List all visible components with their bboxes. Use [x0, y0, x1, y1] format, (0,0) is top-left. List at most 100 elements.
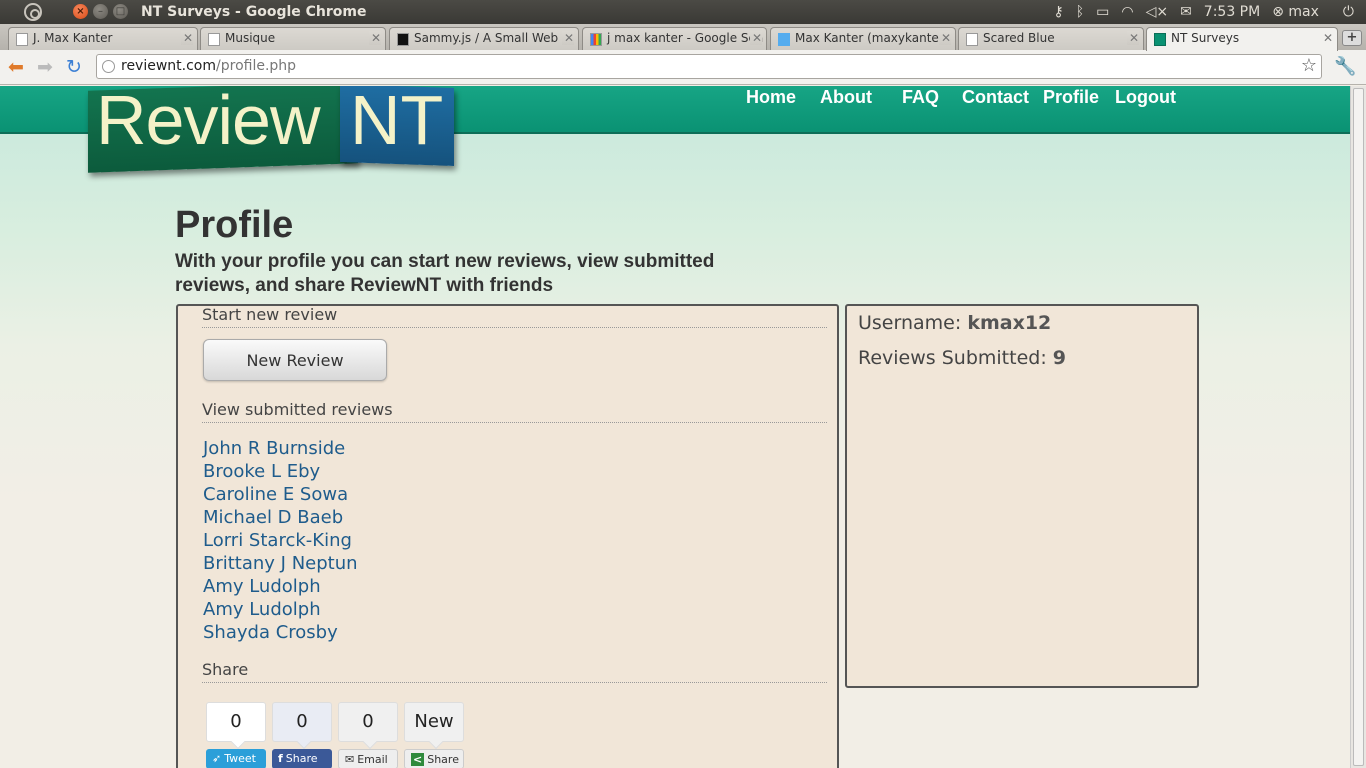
- address-bar[interactable]: reviewnt.com/profile.php ☆: [96, 54, 1322, 79]
- share-button[interactable]: < Share: [404, 749, 464, 768]
- share-label: Share: [427, 753, 459, 766]
- email-count: 0: [338, 702, 398, 742]
- volume-muted-icon[interactable]: ◁×: [1146, 4, 1169, 20]
- page-scrollbar[interactable]: [1350, 86, 1366, 768]
- facebook-share-button[interactable]: f Share: [272, 749, 332, 768]
- wrench-menu-icon[interactable]: 🔧: [1334, 56, 1356, 77]
- tweet-button[interactable]: ➶ Tweet: [206, 749, 266, 768]
- url-host: reviewnt.com: [121, 58, 217, 74]
- reviewnt-logo[interactable]: Review NT: [88, 86, 454, 173]
- tab-label: Scared Blue: [983, 31, 1055, 45]
- reload-icon[interactable]: ↻: [66, 57, 82, 77]
- mail-icon[interactable]: ✉: [1180, 4, 1192, 20]
- wifi-icon[interactable]: ◠: [1121, 4, 1133, 20]
- user-name: max: [1288, 4, 1319, 20]
- tab-musique[interactable]: Musique ✕: [200, 27, 386, 50]
- username-label: Username:: [858, 312, 962, 334]
- window-maximize-button[interactable]: □: [113, 4, 128, 19]
- facebook-share-count: 0: [272, 702, 332, 742]
- page-subtitle: With your profile you can start new revi…: [175, 251, 715, 296]
- review-link[interactable]: Amy Ludolph: [203, 598, 358, 621]
- bluetooth-icon[interactable]: ᛒ: [1076, 4, 1084, 20]
- view-reviews-heading: View submitted reviews: [202, 401, 827, 423]
- nav-about[interactable]: About: [820, 87, 872, 108]
- tab-close-icon[interactable]: ✕: [938, 31, 951, 45]
- power-icon[interactable]: ⏻: [1343, 4, 1354, 20]
- start-review-heading: Start new review: [202, 306, 827, 328]
- window-minimize-button[interactable]: –: [93, 4, 108, 19]
- tab-google-search[interactable]: j max kanter - Google Sea ✕: [582, 27, 767, 50]
- tab-nt-surveys[interactable]: NT Surveys ✕: [1146, 27, 1338, 51]
- tab-label: j max kanter - Google Sea: [607, 31, 764, 45]
- tab-scared-blue[interactable]: Scared Blue ✕: [958, 27, 1144, 50]
- forward-arrow-icon[interactable]: ➡: [37, 57, 53, 77]
- google-icon: [590, 33, 602, 46]
- user-menu[interactable]: ⊗ max: [1272, 4, 1331, 20]
- tab-sammy-js[interactable]: Sammy.js / A Small Web Fr ✕: [389, 27, 579, 50]
- review-link[interactable]: Shayda Crosby: [203, 621, 358, 644]
- review-link[interactable]: Michael D Baeb: [203, 506, 358, 529]
- system-tray: ⚷ ᛒ ▭ ◠ ◁× ✉ 7:53 PM ⊗ max ⏻: [1053, 0, 1366, 24]
- username-value: kmax12: [967, 312, 1052, 334]
- facebook-f-icon: f: [278, 752, 283, 765]
- review-link[interactable]: Brooke L Eby: [203, 460, 358, 483]
- email-label: Email: [357, 753, 388, 766]
- tweet-label: Tweet: [224, 752, 256, 765]
- logo-text-review: Review: [96, 86, 321, 159]
- browser-toolbar: ⬅ ➡ ↻ reviewnt.com/profile.php ☆ 🔧: [0, 50, 1366, 85]
- reviewnt-icon: [1154, 33, 1166, 46]
- tab-close-icon[interactable]: ✕: [561, 31, 574, 45]
- nav-faq[interactable]: FAQ: [902, 87, 939, 108]
- tab-close-icon[interactable]: ✕: [1320, 31, 1333, 45]
- battery-icon[interactable]: ▭: [1096, 4, 1109, 20]
- keyring-icon[interactable]: ⚷: [1053, 4, 1063, 20]
- review-link[interactable]: John R Burnside: [203, 437, 358, 460]
- review-link[interactable]: Lorri Starck-King: [203, 529, 358, 552]
- username-row: Username: kmax12: [858, 312, 1051, 334]
- page-icon: [966, 33, 978, 46]
- nav-logout[interactable]: Logout: [1115, 87, 1176, 108]
- nav-home[interactable]: Home: [746, 87, 796, 108]
- facebook-share-label: Share: [285, 752, 318, 765]
- share-new-count: New: [404, 702, 464, 742]
- review-link[interactable]: Amy Ludolph: [203, 575, 358, 598]
- review-link[interactable]: Brittany J Neptun: [203, 552, 358, 575]
- tab-close-icon[interactable]: ✕: [368, 31, 381, 45]
- new-review-button[interactable]: New Review: [203, 339, 387, 381]
- twitter-bird-icon: [778, 33, 790, 46]
- tab-label: Max Kanter (maxykanter): [795, 31, 949, 45]
- tab-label: J. Max Kanter: [33, 31, 113, 45]
- tab-close-icon[interactable]: ✕: [749, 31, 762, 45]
- reviews-submitted-label: Reviews Submitted:: [858, 347, 1047, 369]
- share-heading: Share: [202, 661, 827, 683]
- window-close-button[interactable]: ×: [73, 4, 88, 19]
- tweet-count: 0: [206, 702, 266, 742]
- tab-twitter[interactable]: Max Kanter (maxykanter) ✕: [770, 27, 956, 50]
- tab-j-max-kanter[interactable]: J. Max Kanter ✕: [8, 27, 198, 50]
- tab-strip: J. Max Kanter ✕ Musique ✕ Sammy.js / A Sma…: [0, 24, 1366, 51]
- twitter-bird-icon: ➶: [212, 752, 222, 765]
- globe-icon: [102, 60, 115, 73]
- page-icon: [208, 33, 220, 46]
- ubuntu-logo-icon[interactable]: [24, 3, 42, 21]
- logo-text-nt: NT: [350, 86, 444, 159]
- tab-label: Musique: [225, 31, 276, 45]
- page-icon: [16, 33, 28, 46]
- window-title: NT Surveys - Google Chrome: [141, 4, 367, 20]
- tab-close-icon[interactable]: ✕: [1126, 31, 1139, 45]
- back-arrow-icon[interactable]: ⬅: [8, 57, 24, 77]
- tab-close-icon[interactable]: ✕: [180, 31, 193, 45]
- new-tab-button[interactable]: +: [1342, 30, 1362, 46]
- share-icon: <: [411, 753, 425, 766]
- review-link[interactable]: Caroline E Sowa: [203, 483, 358, 506]
- bookmark-star-icon[interactable]: ☆: [1301, 55, 1317, 77]
- profile-actions-panel: Start new review New Review View submitt…: [176, 304, 839, 768]
- page-title: Profile: [175, 204, 294, 246]
- clock[interactable]: 7:53 PM: [1204, 4, 1260, 20]
- url-path: /profile.php: [216, 58, 297, 74]
- nav-profile[interactable]: Profile: [1043, 87, 1099, 108]
- email-button[interactable]: ✉ Email: [338, 749, 398, 768]
- scrollbar-thumb[interactable]: [1353, 88, 1364, 766]
- nav-contact[interactable]: Contact: [962, 87, 1029, 108]
- web-page: Review NT Home About FAQ Contact Profile…: [0, 86, 1350, 768]
